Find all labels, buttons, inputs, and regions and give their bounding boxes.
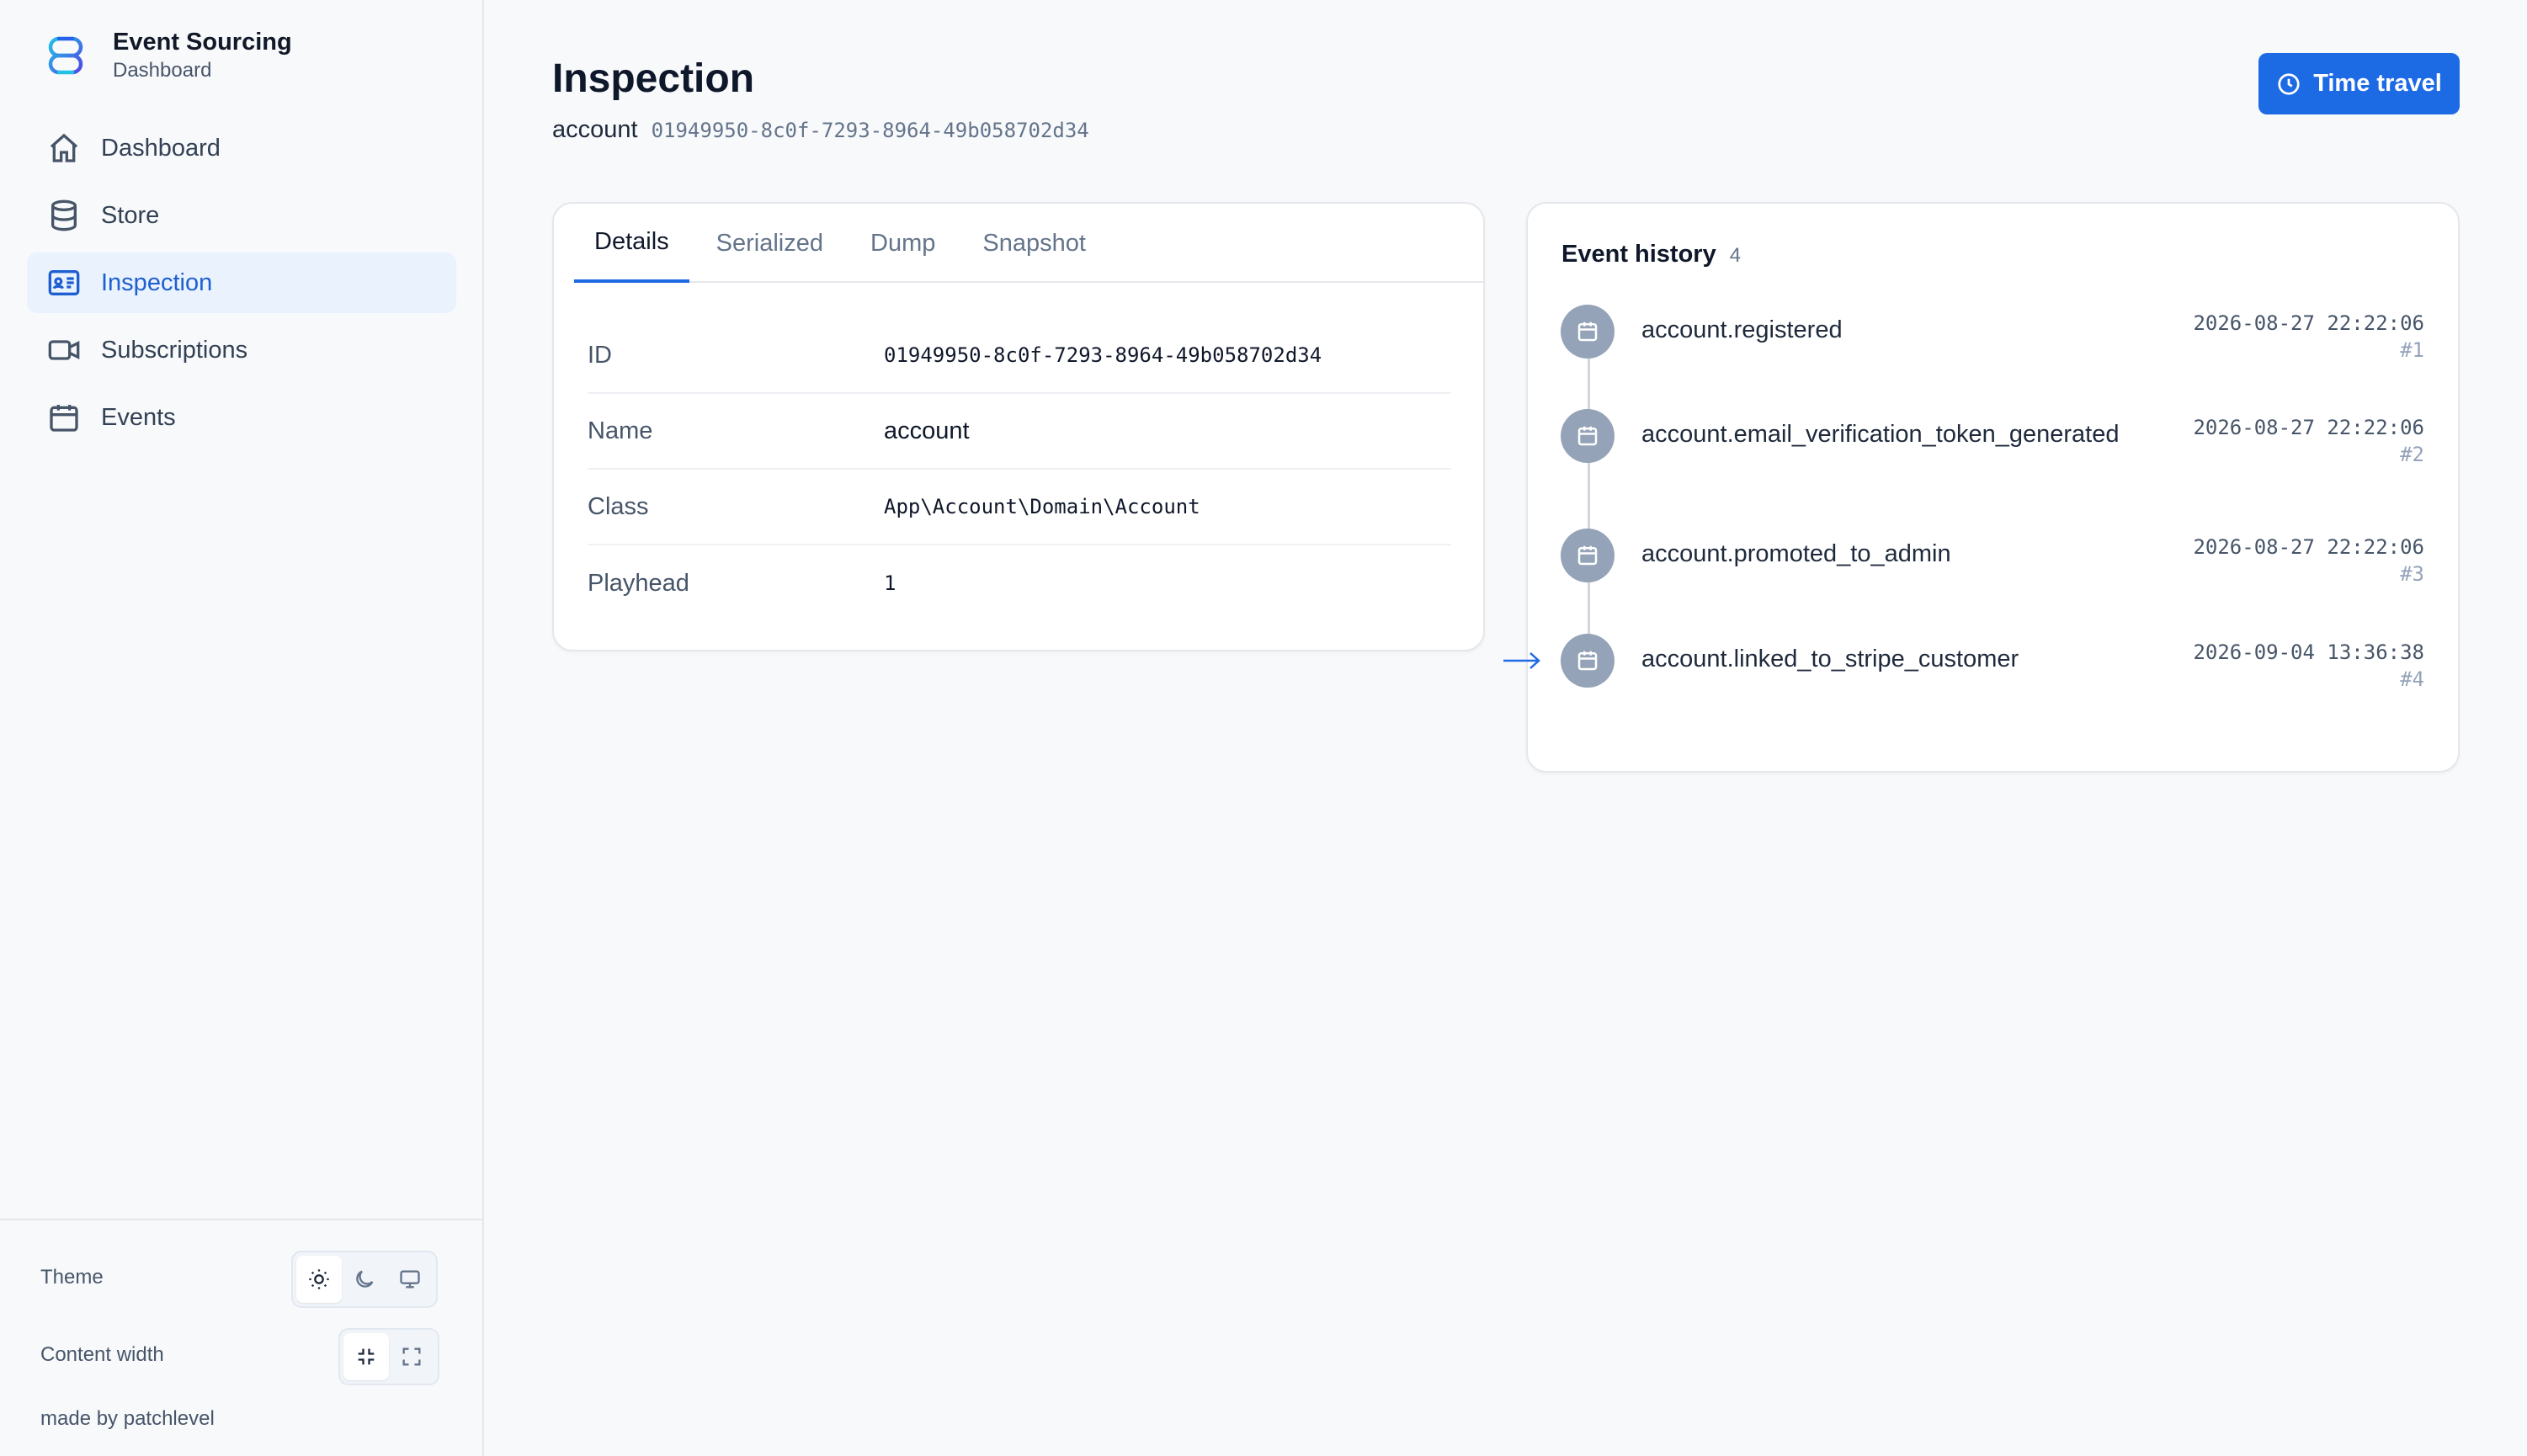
event-item[interactable]: account.registered 2026-08-27 22:22:06 #…: [1561, 305, 2424, 364]
calendar-icon: [50, 405, 78, 432]
page-title: Inspection: [552, 56, 755, 101]
sidebar: Event Sourcing Dashboard Dashboard Store…: [0, 0, 484, 1456]
sidebar-footer: Theme Content width made by patchlevel: [0, 1219, 482, 1456]
event-history-title: Event history: [1561, 241, 1716, 268]
tab-serialized[interactable]: Serialized: [696, 204, 843, 283]
sidebar-item-store[interactable]: Store: [27, 185, 456, 246]
detail-label: Name: [588, 417, 653, 444]
detail-label: Playhead: [588, 569, 689, 597]
brand-title: Event Sourcing: [113, 29, 292, 56]
theme-switcher: [291, 1251, 438, 1308]
detail-tabs: Details Serialized Dump Snapshot: [574, 204, 1483, 283]
event-number: #2: [2400, 443, 2424, 466]
id-card-icon: [48, 270, 80, 295]
detail-row-playhead: Playhead 1: [588, 545, 1451, 621]
timeline-line: [1588, 337, 1590, 661]
sidebar-item-inspection[interactable]: Inspection: [27, 252, 456, 313]
event-time: 2026-08-27 22:22:06: [2193, 416, 2424, 439]
content-width-switcher: [338, 1328, 439, 1385]
maximize-icon: [402, 1347, 421, 1366]
details-card: Details Serialized Dump Snapshot ID 0194…: [552, 202, 1485, 651]
event-dot: [1561, 634, 1615, 688]
calendar-icon: [1577, 651, 1598, 671]
detail-value: account: [884, 417, 970, 444]
content-width-label: Content width: [40, 1343, 164, 1366]
event-dot: [1561, 529, 1615, 582]
minimize-icon: [358, 1348, 375, 1365]
tab-details[interactable]: Details: [574, 204, 689, 283]
theme-system-button[interactable]: [387, 1256, 433, 1303]
theme-label: Theme: [40, 1266, 104, 1289]
calendar-icon: [1577, 321, 1598, 342]
sidebar-item-label: Events: [101, 403, 176, 431]
event-name: account.email_verification_token_generat…: [1641, 421, 2120, 448]
event-dot: [1561, 305, 1615, 359]
detail-label: ID: [588, 341, 612, 369]
brand[interactable]: Event Sourcing Dashboard: [40, 27, 292, 84]
knot-logo-icon: [48, 36, 83, 75]
home-icon: [50, 133, 78, 162]
sidebar-item-label: Subscriptions: [101, 336, 248, 364]
event-item[interactable]: account.linked_to_stripe_customer 2026-0…: [1561, 634, 2424, 693]
tab-snapshot[interactable]: Snapshot: [962, 204, 1106, 283]
detail-row-id: ID 01949950-8c0f-7293-8964-49b058702d34: [588, 318, 1451, 394]
sidebar-item-dashboard[interactable]: Dashboard: [27, 118, 456, 178]
sidebar-item-events[interactable]: Events: [27, 387, 456, 448]
content-width-narrow-button[interactable]: [343, 1333, 389, 1380]
event-name: account.linked_to_stripe_customer: [1641, 646, 2019, 672]
time-travel-button[interactable]: Time travel: [2258, 53, 2460, 114]
event-history-count: 4: [1729, 244, 1742, 267]
event-number: #1: [2400, 338, 2424, 362]
event-dot: [1561, 409, 1615, 463]
detail-row-class: Class App\Account\Domain\Account: [588, 470, 1451, 545]
aggregate-id: 01949950-8c0f-7293-8964-49b058702d34: [651, 119, 1089, 142]
time-travel-label: Time travel: [2313, 70, 2442, 97]
video-camera-icon: [48, 340, 80, 360]
event-number: #4: [2400, 667, 2424, 691]
event-item[interactable]: account.promoted_to_admin 2026-08-27 22:…: [1561, 529, 2424, 587]
moon-icon: [356, 1270, 374, 1288]
event-item[interactable]: account.email_verification_token_generat…: [1561, 409, 2424, 468]
event-time: 2026-08-27 22:22:06: [2193, 311, 2424, 335]
event-number: #3: [2400, 562, 2424, 586]
brand-subtitle: Dashboard: [113, 59, 212, 82]
detail-value: 1: [884, 571, 896, 595]
playhead-arrow-icon: [1502, 648, 1542, 673]
content-width-wide-button[interactable]: [389, 1333, 434, 1380]
theme-light-button[interactable]: [296, 1256, 342, 1303]
event-name: account.registered: [1641, 316, 1843, 343]
sidebar-item-label: Inspection: [101, 268, 213, 296]
sidebar-nav: Dashboard Store Inspection Subscriptions…: [27, 118, 456, 454]
sidebar-item-subscriptions[interactable]: Subscriptions: [27, 320, 456, 380]
clock-icon: [2278, 72, 2300, 95]
detail-row-name: Name account: [588, 394, 1451, 470]
event-history-header: Event history 4: [1561, 241, 1741, 268]
theme-dark-button[interactable]: [342, 1256, 387, 1303]
detail-value: App\Account\Domain\Account: [884, 495, 1200, 518]
sidebar-item-label: Store: [101, 201, 160, 229]
aggregate-name: account: [552, 116, 638, 143]
tab-dump[interactable]: Dump: [850, 204, 955, 283]
sidebar-item-label: Dashboard: [101, 134, 221, 162]
database-icon: [51, 199, 77, 231]
event-time: 2026-09-04 13:36:38: [2193, 640, 2424, 664]
monitor-icon: [400, 1270, 420, 1289]
event-name: account.promoted_to_admin: [1641, 540, 1951, 567]
detail-value: 01949950-8c0f-7293-8964-49b058702d34: [884, 343, 1322, 367]
sun-icon: [309, 1269, 329, 1289]
calendar-icon: [1577, 545, 1598, 566]
detail-label: Class: [588, 492, 649, 520]
credit-link[interactable]: made by patchlevel: [40, 1407, 215, 1431]
event-time: 2026-08-27 22:22:06: [2193, 535, 2424, 559]
calendar-icon: [1577, 426, 1598, 446]
aggregate-subtitle: account 01949950-8c0f-7293-8964-49b05870…: [552, 116, 1089, 144]
